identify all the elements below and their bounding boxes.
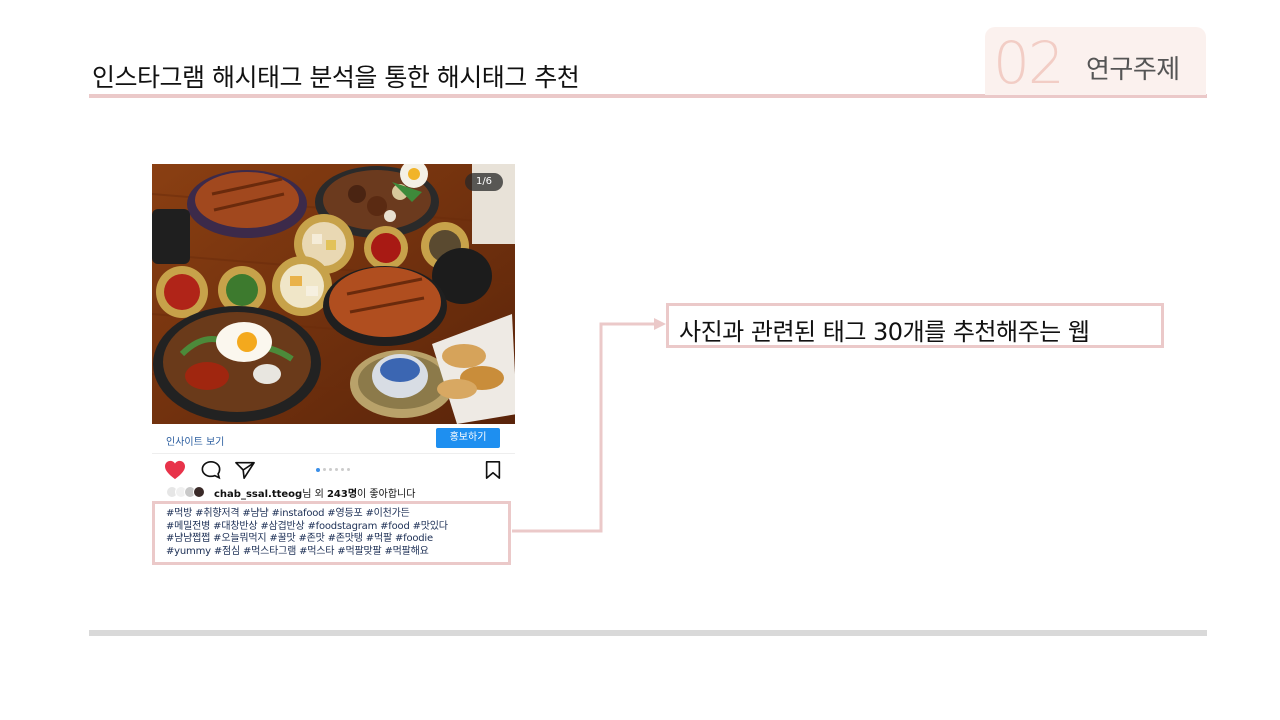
post-actions: [152, 454, 515, 484]
carousel-dot[interactable]: [329, 468, 332, 471]
carousel-dot[interactable]: [347, 468, 350, 471]
likes-summary: chab_ssal.tteog님 외 243명이 좋아합니다: [214, 485, 415, 500]
comment-icon[interactable]: [200, 460, 222, 480]
hashtag-line: #먹방 #취향저격 #냠냠 #instafood #영등포 #이천가든: [166, 508, 410, 519]
insights-link[interactable]: 인사이트 보기: [166, 433, 224, 448]
image-counter: 1/6: [465, 173, 503, 191]
liker-avatars: [166, 486, 208, 498]
carousel-dot[interactable]: [341, 468, 344, 471]
share-icon[interactable]: [234, 460, 256, 480]
section-label: 연구주제: [1086, 55, 1180, 85]
hashtag-line: #메밀전병 #대창반상 #삼겹반상 #foodstagram #food #맛있…: [166, 520, 448, 532]
insights-row: 인사이트 보기 홍보하기: [152, 424, 515, 454]
hashtag-line: #yummy #점심 #먹스타그램 #먹스타 #먹팔맞팔 #먹팔해요: [166, 545, 429, 557]
likes-count[interactable]: 243명: [327, 489, 357, 500]
likes-row: chab_ssal.tteog님 외 243명이 좋아합니다: [152, 484, 515, 500]
avatar: [193, 486, 205, 498]
heart-icon[interactable]: [164, 460, 186, 480]
section-number: 02: [993, 29, 1065, 97]
food-photo: 1/6: [152, 164, 515, 424]
likes-mid: 님 외: [302, 489, 327, 500]
bookmark-icon[interactable]: [482, 460, 504, 480]
carousel-dot[interactable]: [323, 468, 326, 471]
callout-box: 사진과 관련된 태그 30개를 추천해주는 웹: [666, 303, 1164, 348]
carousel-dot[interactable]: [316, 468, 320, 472]
carousel-dots: [316, 468, 360, 472]
likes-suffix: 이 좋아합니다: [357, 489, 416, 500]
bottom-divider: [89, 630, 1207, 636]
instagram-post-screenshot: 1/6 인사이트 보기 홍보하기 chab_ssal.tteog님 외 243명…: [152, 164, 515, 567]
slide-title: 인스타그램 해시태그 분석을 통한 해시태그 추천: [92, 63, 580, 92]
carousel-dot[interactable]: [335, 468, 338, 471]
promote-button[interactable]: 홍보하기: [436, 428, 500, 448]
hashtag-line: #냠냠쩝쩝 #오늘뭐먹지 #꿀맛 #존맛 #존맛탱 #먹팔 #foodie: [166, 533, 433, 545]
hashtag-highlight-box: #먹방 #취향저격 #냠냠 #instafood #영등포 #이천가든 #메밀전…: [152, 501, 511, 565]
likes-username[interactable]: chab_ssal.tteog: [214, 489, 302, 500]
section-badge: 02 연구주제: [985, 27, 1206, 95]
